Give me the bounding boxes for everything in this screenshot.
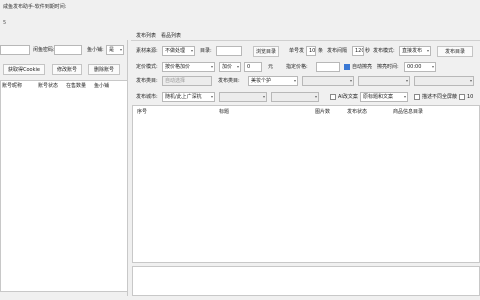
title-bar-mark: 5 (3, 20, 7, 26)
auto-shelf-checkbox[interactable] (344, 64, 350, 70)
goofish-password-label: 闲鱼密码: (33, 47, 55, 53)
publish-directory-button[interactable]: 发布目录 (437, 46, 473, 57)
account-column-header[interactable]: 账号状态 (38, 82, 58, 89)
subcategory-select-1[interactable]: ▾ (302, 76, 354, 86)
ai-copy-checkbox[interactable] (330, 94, 336, 100)
subcategory-select-2[interactable]: ▾ (358, 76, 410, 86)
per-account-label: 单号发 (289, 48, 305, 54)
publish-city-select[interactable]: 随机/此上广深杭 ▾ (162, 92, 215, 102)
chevron-down-icon: ▾ (405, 78, 408, 83)
publish-interval-input[interactable]: 120 (352, 46, 364, 56)
seconds-unit: 秒 (365, 48, 371, 54)
publish-column-header[interactable]: 商品信息目录 (393, 108, 423, 115)
desc-no-block-label: 描述不同全屏蔽 (422, 94, 458, 100)
publish-category2-label: 发布类目: (218, 78, 240, 84)
material-source-value: 不做处理 (165, 48, 186, 54)
chevron-down-icon: ▾ (262, 94, 265, 99)
publish-mode-value: 直接发布 (402, 48, 423, 54)
publish-column-header[interactable]: 序号 (137, 108, 147, 115)
item-count-value: 10 (467, 94, 474, 100)
get-cookie-button[interactable]: 获取得Cookie (3, 64, 45, 75)
edit-account-button[interactable]: 修改账号 (52, 64, 82, 75)
publish-category-placeholder: 自动选择 (165, 78, 186, 84)
pricing-mode-label: 定价模式: (136, 64, 158, 70)
chevron-down-icon: ▾ (426, 48, 429, 53)
per-account-unit: 条 (318, 48, 324, 54)
chevron-down-icon: ▾ (119, 47, 122, 52)
fish-shop-value: 是 (109, 47, 115, 53)
city-select-2[interactable]: ▾ (219, 92, 267, 102)
shelf-time-value: 00:00 (407, 64, 422, 70)
chevron-down-icon: ▾ (190, 48, 193, 53)
chevron-down-icon: ▾ (314, 94, 317, 99)
material-source-label: 素材来源: (136, 48, 158, 54)
publish-mode-label: 发布模式: (373, 48, 395, 54)
per-account-input[interactable]: 10 (306, 46, 316, 56)
add-price-amount-input[interactable]: 0 (244, 62, 262, 72)
publish-category-select[interactable]: 自动选择 (162, 76, 212, 86)
goofish-password-input[interactable] (54, 45, 82, 55)
tab-publish-list[interactable]: 发布列表 (136, 32, 156, 39)
publish-column-header[interactable]: 图片数 (315, 108, 330, 115)
chevron-down-icon: ▾ (210, 94, 213, 99)
chevron-down-icon: ▾ (403, 94, 406, 99)
fish-shop-select[interactable]: 是 ▾ (106, 45, 124, 55)
tab-divider (131, 40, 480, 41)
left-vertical-divider (127, 40, 128, 296)
account-column-header[interactable]: 在售数量 (66, 82, 86, 89)
account-column-header[interactable]: 鱼小铺 (94, 82, 109, 89)
fixed-price-input[interactable] (316, 62, 340, 72)
chevron-down-icon: ▾ (469, 78, 472, 83)
add-price-select[interactable]: 加价 ▾ (219, 62, 241, 72)
desc-no-block-checkbox[interactable] (414, 94, 420, 100)
subcategory-select-3[interactable]: ▾ (414, 76, 474, 86)
delete-account-button[interactable]: 删除账号 (88, 64, 120, 75)
publish-mode-select[interactable]: 直接发布 ▾ (399, 46, 431, 56)
publish-city-label: 发布城市: (136, 94, 158, 100)
chevron-down-icon: ▾ (431, 64, 434, 69)
publish-table[interactable]: 序号 标题 图片数 发布状态 商品信息目录 (132, 105, 480, 263)
chevron-down-icon: ▾ (236, 64, 239, 69)
tab-item-list[interactable]: 看品列表 (161, 32, 181, 39)
browse-directory-button[interactable]: 浏览目录 (253, 46, 279, 57)
publish-category2-select[interactable]: 美妆个护 ▾ (248, 76, 298, 86)
shelf-time-label: 擦亮时间: (377, 64, 399, 70)
fixed-price-label: 指定价格: (286, 64, 308, 70)
pricing-mode-select[interactable]: 按价格加价 ▾ (162, 62, 215, 72)
add-price-value: 加价 (222, 64, 233, 70)
window-title: 咸鱼发布助手-软件到期时间: (3, 4, 67, 10)
publish-city-value: 随机/此上广深杭 (165, 94, 202, 100)
city-select-3[interactable]: ▾ (271, 92, 319, 102)
log-area[interactable] (132, 266, 480, 296)
publish-column-header[interactable]: 发布状态 (347, 108, 367, 115)
account-table-header: 账号昵称 账号状态 在售数量 鱼小铺 (1, 81, 127, 90)
publish-column-header[interactable]: 标题 (219, 108, 229, 115)
publish-table-header: 序号 标题 图片数 发布状态 商品信息目录 (133, 107, 479, 116)
item-count-checkbox[interactable] (459, 94, 465, 100)
chevron-down-icon: ▾ (293, 78, 296, 83)
ai-copy-label: AI改文案 (338, 94, 358, 100)
directory-label: 目录: (200, 48, 212, 54)
title-copy-value: 原标题和文案 (363, 94, 394, 100)
pricing-mode-value: 按价格加价 (165, 64, 191, 70)
yuan-unit: 元 (268, 64, 274, 70)
publish-interval-label: 发布间隔 (327, 48, 348, 54)
username-input[interactable] (0, 45, 30, 55)
fish-shop-label: 鱼小铺: (87, 47, 104, 53)
account-column-header[interactable]: 账号昵称 (2, 82, 22, 89)
publish-category-label: 发布类目: (136, 78, 158, 84)
title-copy-select[interactable]: 原标题和文案 ▾ (360, 92, 408, 102)
account-table[interactable]: 账号昵称 账号状态 在售数量 鱼小铺 (0, 80, 128, 292)
directory-input[interactable] (216, 46, 242, 56)
chevron-down-icon: ▾ (210, 64, 213, 69)
publish-category2-value: 美妆个护 (251, 78, 272, 84)
chevron-down-icon: ▾ (349, 78, 352, 83)
auto-shelf-label: 自动擦亮 (352, 64, 373, 70)
shelf-time-input[interactable]: 00:00 ▾ (404, 62, 436, 72)
material-source-select[interactable]: 不做处理 ▾ (162, 46, 195, 56)
